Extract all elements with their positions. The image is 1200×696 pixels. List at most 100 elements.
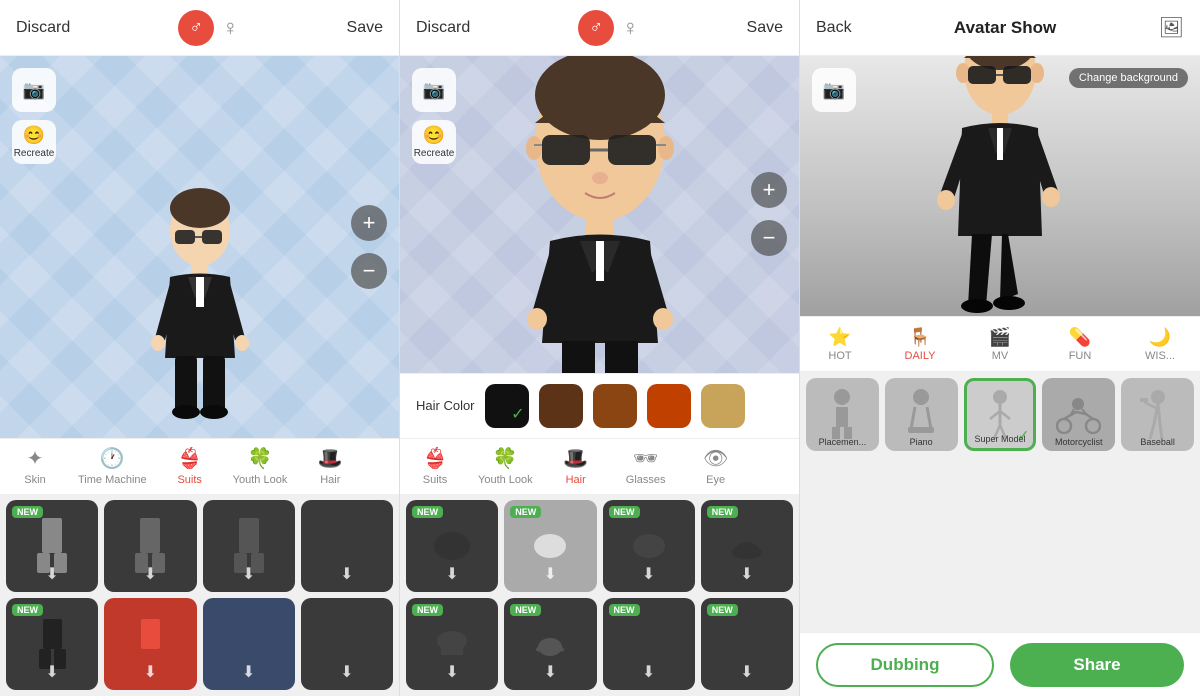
back-button[interactable]: Back xyxy=(816,19,852,37)
tab-wish[interactable]: 🌙 WIS... xyxy=(1120,317,1200,371)
mid-recreate-label: Recreate xyxy=(414,148,455,159)
hair-color-auburn[interactable] xyxy=(647,384,691,428)
tab-hot[interactable]: ⭐ HOT xyxy=(800,317,880,371)
right-camera-button[interactable]: 📷 xyxy=(812,68,856,112)
hair-color-row: Hair Color ✓ xyxy=(400,373,799,438)
male-gender-button[interactable]: ♂ xyxy=(178,10,214,46)
download-icon-3: ⬇ xyxy=(242,564,255,584)
mid-recreate-button[interactable]: 😊 Recreate xyxy=(412,120,456,164)
female-gender-button[interactable]: ♀ xyxy=(222,15,239,41)
suit-item-1[interactable]: NEW ⬇ xyxy=(6,500,98,592)
hair-new-6: NEW xyxy=(510,604,541,616)
hair-item-6[interactable]: NEW ⬇ xyxy=(504,598,596,690)
mid-zoom-out-button[interactable]: − xyxy=(751,220,787,256)
camera-icon: 📷 xyxy=(23,80,45,101)
mid-female-button[interactable]: ♀ xyxy=(622,15,639,41)
pose-super-model[interactable]: ✓ Super Model xyxy=(964,378,1037,451)
hair-item-8[interactable]: NEW ⬇ xyxy=(701,598,793,690)
right-panel: Back Avatar Show 🖼 📷 Change background xyxy=(800,0,1200,696)
chair-icon: 🪑 xyxy=(909,327,931,348)
pose-baseball-label: Baseball xyxy=(1121,437,1194,447)
left-recreate-button[interactable]: 😊 Recreate xyxy=(12,120,56,164)
tab-hot-label: HOT xyxy=(828,350,851,362)
hair-color-black[interactable]: ✓ xyxy=(485,384,529,428)
hair-item-1[interactable]: NEW ⬇ xyxy=(406,500,498,592)
suit-item-5[interactable]: NEW ⬇ xyxy=(6,598,98,690)
hair-item-3[interactable]: NEW ⬇ xyxy=(603,500,695,592)
hair-item-4[interactable]: NEW ⬇ xyxy=(701,500,793,592)
mid-male-button[interactable]: ♂ xyxy=(578,10,614,46)
tab-fun[interactable]: 💊 FUN xyxy=(1040,317,1120,371)
tab-mv[interactable]: 🎬 MV xyxy=(960,317,1040,371)
gallery-icon[interactable]: 🖼 xyxy=(1159,15,1184,40)
hair-dl-8: ⬇ xyxy=(740,662,753,682)
mid-zoom-in-button[interactable]: + xyxy=(751,172,787,208)
suit-item-2[interactable]: ⬇ xyxy=(104,500,196,592)
tab-time-label: Time Machine xyxy=(78,474,147,486)
mid-plus-icon: + xyxy=(763,177,776,203)
face-icon: 😊 xyxy=(23,125,45,146)
pose-piano[interactable]: Piano xyxy=(885,378,958,451)
hair-dl-4: ⬇ xyxy=(740,564,753,584)
tab-hair-left[interactable]: 🎩 Hair xyxy=(295,439,365,494)
hair-dl-6: ⬇ xyxy=(544,662,557,682)
pose-placement[interactable]: Placemen... xyxy=(806,378,879,451)
tab-hair-mid[interactable]: 🎩 Hair xyxy=(541,439,611,494)
hair-new-7: NEW xyxy=(609,604,640,616)
tab-skin[interactable]: ✦ Skin xyxy=(0,439,70,494)
tab-suits-mid[interactable]: 👙 Suits xyxy=(400,439,470,494)
mid-camera-button[interactable]: 📷 xyxy=(412,68,456,112)
mid-save-button[interactable]: Save xyxy=(747,19,783,37)
hair-label-mid: Hair xyxy=(566,474,586,486)
hair-color-brown[interactable] xyxy=(593,384,637,428)
tab-youth-look-left[interactable]: 🍀 Youth Look xyxy=(225,439,296,494)
hair-dl-2: ⬇ xyxy=(544,564,557,584)
mid-discard-button[interactable]: Discard xyxy=(416,19,470,37)
youth-icon: 🍀 xyxy=(248,446,273,471)
tab-skin-label: Skin xyxy=(24,474,45,486)
hair-dl-5: ⬇ xyxy=(445,662,458,682)
left-items-grid: NEW ⬇ ⬇ ⬇ ⬇ NEW ⬇ ⬇ xyxy=(0,494,399,696)
suit-item-8[interactable]: ⬇ xyxy=(301,598,393,690)
suit-item-4[interactable]: ⬇ xyxy=(301,500,393,592)
mid-items-grid: NEW ⬇ NEW ⬇ NEW ⬇ NEW ⬇ NEW xyxy=(400,494,799,696)
pose-baseball[interactable]: Baseball xyxy=(1121,378,1194,451)
hair-item-2[interactable]: NEW ⬇ xyxy=(504,500,596,592)
hair-color-blonde[interactable] xyxy=(701,384,745,428)
mid-avatar-area: 📷 😊 Recreate xyxy=(400,56,799,373)
hair-item-7[interactable]: NEW ⬇ xyxy=(603,598,695,690)
hat-icon-left: 🎩 xyxy=(318,446,343,471)
hair-new-5: NEW xyxy=(412,604,443,616)
pose-icon-5 xyxy=(1140,389,1176,439)
clock-icon: 🕐 xyxy=(100,446,125,471)
hair-shape-1 xyxy=(433,531,471,561)
tab-eye-mid[interactable]: 👁 Eye xyxy=(681,439,751,494)
left-discard-button[interactable]: Discard xyxy=(16,19,70,37)
tab-wish-label: WIS... xyxy=(1145,350,1175,362)
left-camera-button[interactable]: 📷 xyxy=(12,68,56,112)
suit-item-7[interactable]: ⬇ xyxy=(203,598,295,690)
suits-icon-mid: 👙 xyxy=(423,446,448,471)
tab-daily[interactable]: 🪑 DAILY xyxy=(880,317,960,371)
youth-icon-mid: 🍀 xyxy=(493,446,518,471)
suit-item-3[interactable]: ⬇ xyxy=(203,500,295,592)
mid-camera-icon: 📷 xyxy=(423,80,445,101)
left-zoom-in-button[interactable]: + xyxy=(351,205,387,241)
left-float-buttons: 📷 😊 Recreate xyxy=(12,68,56,164)
left-zoom-out-button[interactable]: − xyxy=(351,253,387,289)
share-button[interactable]: Share xyxy=(1010,643,1184,687)
tab-glasses-mid[interactable]: 🕶 Glasses xyxy=(611,439,681,494)
tab-time-machine[interactable]: 🕐 Time Machine xyxy=(70,439,155,494)
tab-suits[interactable]: 👙 Suits xyxy=(155,439,225,494)
left-zoom-controls: + − xyxy=(351,205,387,289)
left-save-button[interactable]: Save xyxy=(347,19,383,37)
hair-icon-mid: 🎩 xyxy=(563,446,588,471)
left-avatar-figure xyxy=(120,178,280,438)
hair-color-dark-brown[interactable] xyxy=(539,384,583,428)
tab-youth-mid[interactable]: 🍀 Youth Look xyxy=(470,439,541,494)
hair-item-5[interactable]: NEW ⬇ xyxy=(406,598,498,690)
pose-motorcyclist[interactable]: Motorcyclist xyxy=(1042,378,1115,451)
dubbing-button[interactable]: Dubbing xyxy=(816,643,994,687)
hair-shape-5 xyxy=(433,629,471,659)
suit-item-6[interactable]: ⬇ xyxy=(104,598,196,690)
